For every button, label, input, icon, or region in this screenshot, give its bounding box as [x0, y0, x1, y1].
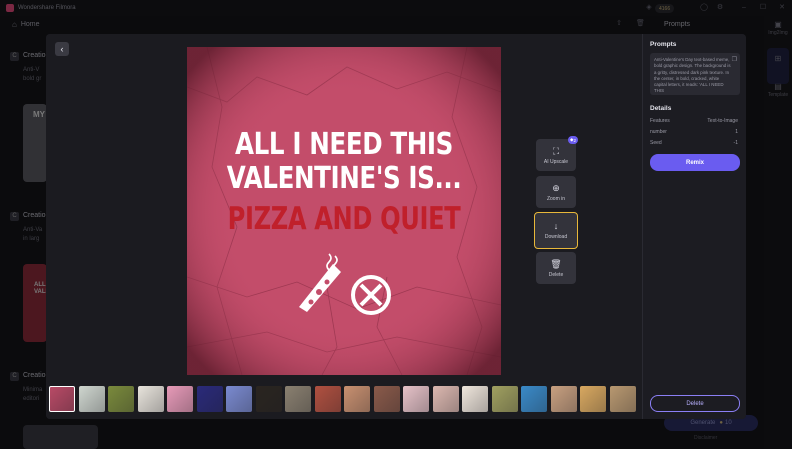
thumbnail-fog-landscape[interactable] [78, 386, 105, 412]
image-text-line3: PIZZA AND QUIET [227, 201, 461, 237]
thumbnail-strip [49, 386, 641, 414]
thumbnail-kitten[interactable] [550, 386, 577, 412]
detail-row: Seed -1 [650, 140, 738, 146]
trash-icon: 🗑 [550, 258, 562, 269]
thumbnail-party-scene[interactable] [344, 386, 370, 412]
ai-upscale-label: AI Upscale [543, 158, 569, 165]
image-text-line1: ALL I NEED THIS [235, 127, 453, 162]
prompt-box[interactable]: Anti-Valentine's Day text-based meme, bo… [650, 53, 740, 95]
thumbnail-valentine-meme[interactable] [49, 386, 75, 412]
prompts-title: Prompts [650, 41, 677, 48]
image-text-line2: VALENTINE'S IS... [226, 161, 462, 196]
thumbnail-flower-wreath[interactable] [462, 386, 488, 412]
delete-image-button[interactable]: 🗑 Delete [536, 252, 576, 284]
detail-key: Seed [650, 140, 662, 146]
image-preview-modal: ‹ ALL I NEED THIS VALENTINE'S IS... PIZZ… [46, 34, 746, 419]
thumbnail-pink-balloons[interactable] [167, 386, 193, 412]
thumbnail-card-design[interactable] [137, 386, 164, 412]
download-label: Download [544, 234, 568, 240]
generated-image: ALL I NEED THIS VALENTINE'S IS... PIZZA … [187, 47, 501, 375]
thumbnail-coffee-table[interactable] [609, 386, 636, 412]
zoom-in-label: Zoom in [546, 195, 566, 202]
detail-key: number [650, 129, 667, 135]
detail-row: Features Text-to-Image [650, 118, 738, 124]
expand-icon: ⛶ [552, 145, 560, 156]
thumbnail-garden-figure[interactable] [491, 386, 518, 412]
detail-value: -1 [733, 140, 738, 146]
thumbnail-neon-portal[interactable] [196, 386, 223, 412]
thumbnail-red-room[interactable] [314, 386, 341, 412]
thumbnail-blue-pattern[interactable] [521, 386, 547, 412]
thumbnail-forest-scene[interactable] [108, 386, 134, 412]
copy-icon[interactable]: ❐ [732, 56, 737, 63]
ai-upscale-button[interactable]: ⛶ AI Upscale ◆ 2 [536, 136, 578, 171]
upscale-count: 2 [573, 137, 576, 143]
thumbnail-baby-bath[interactable] [432, 386, 459, 412]
thumbnail-orange-orb[interactable] [226, 386, 252, 412]
preview-area: ‹ ALL I NEED THIS VALENTINE'S IS... PIZZ… [46, 34, 642, 419]
delete-label: Delete [548, 271, 564, 278]
detail-value: 1 [735, 129, 738, 135]
detail-key: Features [650, 118, 670, 124]
zoom-in-icon: ⊕ [552, 182, 560, 193]
download-icon: ↓ [553, 221, 559, 231]
app-window: Wondershare Filmora 4166 ◈ ◯ ⚙ – ☐ ✕ ⌂ H… [0, 0, 792, 449]
back-button[interactable]: ‹ [55, 42, 69, 56]
details-title: Details [650, 105, 672, 112]
info-panel: Prompts Anti-Valentine's Day text-based … [642, 34, 746, 419]
detail-value: Text-to-Image [707, 118, 738, 124]
chevron-left-icon: ‹ [60, 44, 64, 54]
zoom-in-button[interactable]: ⊕ Zoom in [536, 176, 576, 208]
upscale-count-badge: ◆ 2 [568, 136, 578, 144]
thumbnail-golden-kitten[interactable] [580, 386, 606, 412]
download-button[interactable]: ↓ Download [534, 212, 578, 249]
thumbnail-baby-portrait[interactable] [403, 386, 429, 412]
thumbnail-dark-figures[interactable] [255, 386, 282, 412]
prompt-text: Anti-Valentine's Day text-based meme, bo… [654, 57, 731, 94]
remix-button[interactable]: Remix [650, 154, 740, 171]
detail-row: number 1 [650, 129, 738, 135]
thumbnail-doorway[interactable] [285, 386, 311, 412]
delete-button[interactable]: Delete [650, 395, 740, 412]
thumbnail-dining-room[interactable] [373, 386, 400, 412]
